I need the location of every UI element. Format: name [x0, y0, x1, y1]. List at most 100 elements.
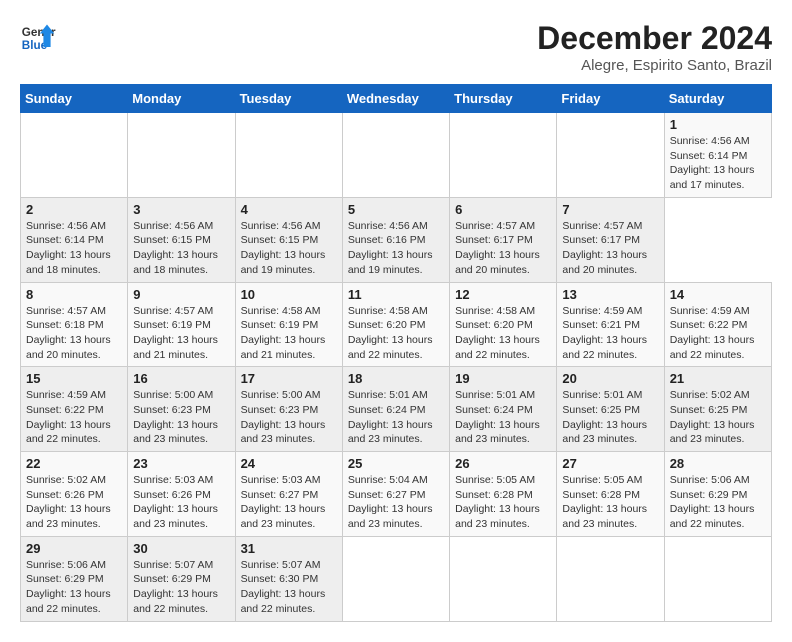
table-row: 30 Sunrise: 5:07 AMSunset: 6:29 PMDayligh… [128, 536, 235, 621]
week-row-3: 15 Sunrise: 4:59 AMSunset: 6:22 PMDayligh… [21, 367, 772, 452]
table-row: 31 Sunrise: 5:07 AMSunset: 6:30 PMDayligh… [235, 536, 342, 621]
table-row: 1Sunrise: 4:56 AMSunset: 6:14 PMDaylight… [664, 113, 771, 198]
week-row-0: 1Sunrise: 4:56 AMSunset: 6:14 PMDaylight… [21, 113, 772, 198]
day-number: 11 [348, 287, 444, 302]
day-info: Sunrise: 5:02 AMSunset: 6:26 PMDaylight:… [26, 473, 122, 532]
day-number: 20 [562, 371, 658, 386]
day-number: 22 [26, 456, 122, 471]
title-section: December 2024 Alegre, Espirito Santo, Br… [537, 20, 772, 74]
day-number: 13 [562, 287, 658, 302]
day-number: 4 [241, 202, 337, 217]
day-number: 6 [455, 202, 551, 217]
week-row-1: 2 Sunrise: 4:56 AMSunset: 6:14 PMDaylight… [21, 197, 772, 282]
month-title: December 2024 [537, 20, 772, 57]
day-info: Sunrise: 4:56 AMSunset: 6:15 PMDaylight:… [133, 219, 229, 278]
table-row: 27Sunrise: 5:05 AMSunset: 6:28 PMDayligh… [557, 452, 664, 537]
table-row [450, 113, 557, 198]
table-row [128, 113, 235, 198]
table-row: 25 Sunrise: 5:04 AMSunset: 6:27 PMDayligh… [342, 452, 449, 537]
table-row: 2 Sunrise: 4:56 AMSunset: 6:14 PMDaylight… [21, 197, 128, 282]
day-info: Sunrise: 5:00 AMSunset: 6:23 PMDaylight:… [133, 388, 229, 447]
day-info: Sunrise: 4:57 AMSunset: 6:17 PMDaylight:… [562, 219, 658, 278]
table-row [557, 113, 664, 198]
day-number: 27 [562, 456, 658, 471]
day-info: Sunrise: 4:56 AMSunset: 6:14 PMDaylight:… [670, 134, 766, 193]
table-row [342, 536, 449, 621]
day-number: 24 [241, 456, 337, 471]
header-friday: Friday [557, 85, 664, 113]
day-info: Sunrise: 4:58 AMSunset: 6:19 PMDaylight:… [241, 304, 337, 363]
day-number: 25 [348, 456, 444, 471]
day-info: Sunrise: 5:04 AMSunset: 6:27 PMDaylight:… [348, 473, 444, 532]
table-row [235, 113, 342, 198]
day-number: 3 [133, 202, 229, 217]
header-wednesday: Wednesday [342, 85, 449, 113]
day-number: 12 [455, 287, 551, 302]
day-info: Sunrise: 5:02 AMSunset: 6:25 PMDaylight:… [670, 388, 766, 447]
day-info: Sunrise: 4:56 AMSunset: 6:15 PMDaylight:… [241, 219, 337, 278]
day-info: Sunrise: 5:01 AMSunset: 6:24 PMDaylight:… [455, 388, 551, 447]
day-info: Sunrise: 4:56 AMSunset: 6:16 PMDaylight:… [348, 219, 444, 278]
table-row: 28 Sunrise: 5:06 AMSunset: 6:29 PMDayligh… [664, 452, 771, 537]
day-number: 2 [26, 202, 122, 217]
table-row: 7 Sunrise: 4:57 AMSunset: 6:17 PMDaylight… [557, 197, 664, 282]
day-number: 19 [455, 371, 551, 386]
table-row: 10 Sunrise: 4:58 AMSunset: 6:19 PMDayligh… [235, 282, 342, 367]
table-row: 14 Sunrise: 4:59 AMSunset: 6:22 PMDayligh… [664, 282, 771, 367]
day-number: 26 [455, 456, 551, 471]
day-info: Sunrise: 5:03 AMSunset: 6:26 PMDaylight:… [133, 473, 229, 532]
day-info: Sunrise: 4:58 AMSunset: 6:20 PMDaylight:… [455, 304, 551, 363]
page-header: General Blue December 2024 Alegre, Espir… [20, 20, 772, 74]
week-row-2: 8Sunrise: 4:57 AMSunset: 6:18 PMDaylight… [21, 282, 772, 367]
header-monday: Monday [128, 85, 235, 113]
table-row: 26 Sunrise: 5:05 AMSunset: 6:28 PMDayligh… [450, 452, 557, 537]
header-saturday: Saturday [664, 85, 771, 113]
day-number: 7 [562, 202, 658, 217]
table-row: 19 Sunrise: 5:01 AMSunset: 6:24 PMDayligh… [450, 367, 557, 452]
table-row: 20Sunrise: 5:01 AMSunset: 6:25 PMDayligh… [557, 367, 664, 452]
day-info: Sunrise: 4:59 AMSunset: 6:22 PMDaylight:… [670, 304, 766, 363]
day-info: Sunrise: 5:06 AMSunset: 6:29 PMDaylight:… [670, 473, 766, 532]
table-row [21, 113, 128, 198]
logo-icon: General Blue [20, 20, 56, 56]
table-row [664, 536, 771, 621]
table-row: 21 Sunrise: 5:02 AMSunset: 6:25 PMDayligh… [664, 367, 771, 452]
table-row: 16 Sunrise: 5:00 AMSunset: 6:23 PMDayligh… [128, 367, 235, 452]
day-number: 29 [26, 541, 122, 556]
day-number: 30 [133, 541, 229, 556]
day-info: Sunrise: 4:56 AMSunset: 6:14 PMDaylight:… [26, 219, 122, 278]
day-info: Sunrise: 5:07 AMSunset: 6:29 PMDaylight:… [133, 558, 229, 617]
day-number: 21 [670, 371, 766, 386]
day-info: Sunrise: 4:58 AMSunset: 6:20 PMDaylight:… [348, 304, 444, 363]
day-info: Sunrise: 5:03 AMSunset: 6:27 PMDaylight:… [241, 473, 337, 532]
header-tuesday: Tuesday [235, 85, 342, 113]
table-row: 18Sunrise: 5:01 AMSunset: 6:24 PMDayligh… [342, 367, 449, 452]
day-info: Sunrise: 4:57 AMSunset: 6:18 PMDaylight:… [26, 304, 122, 363]
table-row: 29Sunrise: 5:06 AMSunset: 6:29 PMDayligh… [21, 536, 128, 621]
day-number: 16 [133, 371, 229, 386]
day-info: Sunrise: 4:57 AMSunset: 6:17 PMDaylight:… [455, 219, 551, 278]
day-info: Sunrise: 5:07 AMSunset: 6:30 PMDaylight:… [241, 558, 337, 617]
day-number: 14 [670, 287, 766, 302]
week-row-5: 29Sunrise: 5:06 AMSunset: 6:29 PMDayligh… [21, 536, 772, 621]
table-row: 9Sunrise: 4:57 AMSunset: 6:19 PMDaylight… [128, 282, 235, 367]
day-number: 28 [670, 456, 766, 471]
day-number: 10 [241, 287, 337, 302]
day-number: 15 [26, 371, 122, 386]
table-row [557, 536, 664, 621]
table-row: 22 Sunrise: 5:02 AMSunset: 6:26 PMDayligh… [21, 452, 128, 537]
table-row: 24 Sunrise: 5:03 AMSunset: 6:27 PMDayligh… [235, 452, 342, 537]
day-info: Sunrise: 4:59 AMSunset: 6:21 PMDaylight:… [562, 304, 658, 363]
table-row: 17Sunrise: 5:00 AMSunset: 6:23 PMDayligh… [235, 367, 342, 452]
day-info: Sunrise: 4:57 AMSunset: 6:19 PMDaylight:… [133, 304, 229, 363]
table-row: 3 Sunrise: 4:56 AMSunset: 6:15 PMDaylight… [128, 197, 235, 282]
day-info: Sunrise: 4:59 AMSunset: 6:22 PMDaylight:… [26, 388, 122, 447]
table-row: 8Sunrise: 4:57 AMSunset: 6:18 PMDaylight… [21, 282, 128, 367]
day-number: 31 [241, 541, 337, 556]
day-number: 5 [348, 202, 444, 217]
table-row: 11 Sunrise: 4:58 AMSunset: 6:20 PMDayligh… [342, 282, 449, 367]
day-info: Sunrise: 5:05 AMSunset: 6:28 PMDaylight:… [455, 473, 551, 532]
table-row: 13 Sunrise: 4:59 AMSunset: 6:21 PMDayligh… [557, 282, 664, 367]
table-row: 12 Sunrise: 4:58 AMSunset: 6:20 PMDayligh… [450, 282, 557, 367]
header-row: Sunday Monday Tuesday Wednesday Thursday… [21, 85, 772, 113]
